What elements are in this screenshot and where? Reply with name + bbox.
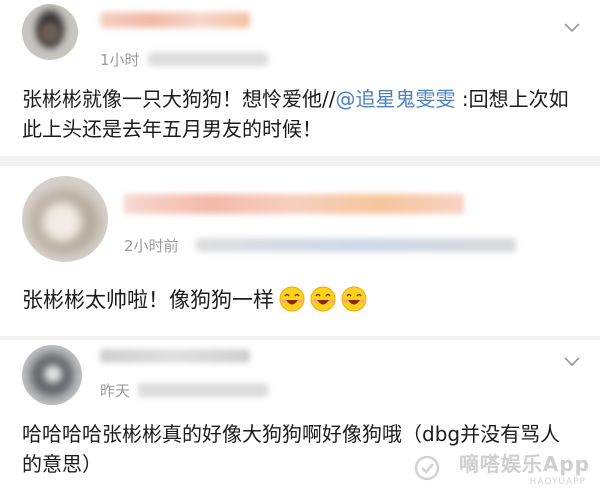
mention-link[interactable]: @追星鬼雯雯: [335, 87, 455, 111]
comment-time: 2小时前: [124, 237, 179, 255]
comment-time: 1小时: [100, 51, 140, 69]
laughing-face-emoji: [341, 286, 367, 312]
divider: [0, 156, 600, 166]
comment-text: 张彬彬太帅啦！像狗狗一样: [22, 285, 582, 315]
avatar[interactable]: [22, 176, 108, 262]
source-info: [138, 383, 268, 397]
avatar[interactable]: [22, 4, 78, 60]
source-info: [148, 52, 268, 66]
laughing-face-emoji: [279, 286, 305, 312]
watermark-logo-icon: [414, 455, 440, 481]
chevron-down-icon[interactable]: [564, 352, 580, 367]
username[interactable]: [124, 194, 464, 214]
comment-card: 1小时 张彬彬就像一只大狗狗！想怜爱他//@追星鬼雯雯 :回想上次如此上头还是去…: [0, 0, 600, 156]
source-info: [196, 238, 516, 252]
comment-card: 2小时前 张彬彬太帅啦！像狗狗一样: [0, 166, 600, 336]
username[interactable]: [100, 12, 250, 28]
laughing-face-emoji: [310, 286, 336, 312]
watermark-subtext: HAOYUAPP: [529, 477, 586, 487]
comment-text: 张彬彬就像一只大狗狗！想怜爱他//@追星鬼雯雯 :回想上次如此上头还是去年五月男…: [22, 87, 569, 141]
comment-time: 昨天: [100, 382, 131, 400]
username[interactable]: [100, 349, 250, 363]
chevron-down-icon[interactable]: [564, 18, 580, 33]
avatar[interactable]: [22, 345, 82, 405]
watermark-text: 嘀嗒娱乐App: [458, 452, 590, 476]
